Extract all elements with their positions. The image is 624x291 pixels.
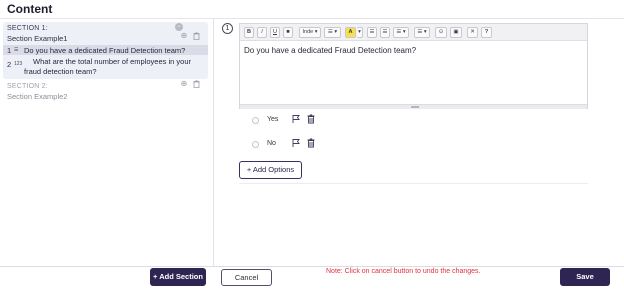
trash-icon[interactable]: [307, 138, 315, 150]
flag-icon[interactable]: [292, 138, 301, 150]
trash-icon[interactable]: [307, 114, 315, 126]
question-item-1[interactable]: 1 ☰ Do you have a dedicated Fraud Detect…: [3, 45, 208, 55]
align-dropdown[interactable]: ☰ ▾: [393, 27, 409, 38]
image-button[interactable]: ▣: [450, 27, 462, 38]
add-circle-icon[interactable]: ⊕: [180, 80, 188, 88]
rich-text-editor[interactable]: B I U ■ Inde ▾ ☰ ▾ A ▾ ☰ ☰ ☰ ▾ ☰ ▾ ⊙ ▣ ✕…: [239, 23, 588, 109]
section-label: SECTION 2:: [7, 83, 48, 90]
trash-icon[interactable]: [192, 80, 200, 88]
page-title: Content: [7, 2, 53, 16]
link-button[interactable]: ⊙: [435, 27, 447, 38]
section-actions: ⊕: [180, 80, 200, 88]
font-color-dropdown[interactable]: ▾: [357, 27, 363, 38]
add-options-button[interactable]: + Add Options: [239, 161, 302, 179]
resize-grip-icon[interactable]: [411, 106, 419, 108]
question-number: 2: [7, 60, 12, 69]
underline-button[interactable]: U: [270, 27, 280, 38]
content-header: Content: [0, 0, 624, 19]
numeric-type-icon: 123: [14, 61, 23, 67]
ordered-list-button[interactable]: ☰: [367, 27, 377, 38]
line-height-dropdown[interactable]: ☰ ▾: [414, 27, 430, 38]
strikethrough-button[interactable]: ■: [283, 27, 293, 38]
option-label[interactable]: No: [267, 140, 276, 147]
section-name[interactable]: Section Example2: [7, 92, 67, 101]
section-1[interactable]: SECTION 1: − Section Example1 ⊕ 1 ☰ Do y…: [3, 22, 208, 79]
editor-content[interactable]: Do you have a dedicated Fraud Detection …: [244, 46, 416, 55]
list-type-icon: ☰: [14, 47, 19, 53]
section-actions: ⊕: [180, 32, 200, 40]
add-circle-icon[interactable]: ⊕: [180, 32, 188, 40]
question-text: Do you have a dedicated Fraud Detection …: [24, 46, 186, 55]
option-radio[interactable]: [252, 141, 259, 148]
question-number: 1: [7, 46, 12, 55]
question-text: What are the total number of employees i…: [24, 57, 191, 76]
cancel-button[interactable]: Cancel: [221, 269, 272, 286]
indent-dropdown[interactable]: Inde ▾: [299, 27, 321, 38]
clear-format-button[interactable]: ✕: [467, 27, 478, 38]
help-button[interactable]: ?: [481, 27, 492, 38]
sidebar: SECTION 1: − Section Example1 ⊕ 1 ☰ Do y…: [0, 19, 214, 286]
editor-toolbar: B I U ■ Inde ▾ ☰ ▾ A ▾ ☰ ☰ ☰ ▾ ☰ ▾ ⊙ ▣ ✕…: [240, 24, 587, 41]
collapse-icon[interactable]: −: [175, 23, 183, 31]
unordered-list-button[interactable]: ☰: [380, 27, 390, 38]
font-color-button[interactable]: A: [345, 27, 356, 38]
option-label[interactable]: Yes: [267, 116, 278, 123]
editor-resize-handle[interactable]: [240, 104, 587, 109]
section-2[interactable]: SECTION 2: Section Example2 ⊕: [3, 80, 208, 102]
italic-button[interactable]: I: [257, 27, 267, 38]
question-number-badge: 1: [222, 23, 233, 34]
section-label: SECTION 1:: [7, 25, 48, 32]
footer: Cancel Note: Click on cancel button to u…: [0, 266, 624, 291]
option-radio[interactable]: [252, 117, 259, 124]
divider: [239, 183, 588, 184]
section-name[interactable]: Section Example1: [7, 34, 67, 43]
save-button[interactable]: Save: [560, 268, 610, 286]
option-row: No: [252, 138, 332, 150]
flag-icon[interactable]: [292, 114, 301, 126]
option-row: Yes: [252, 114, 332, 126]
list-dropdown[interactable]: ☰ ▾: [324, 27, 341, 38]
question-item-2[interactable]: 2 123 What are the total number of emplo…: [3, 56, 208, 78]
bold-button[interactable]: B: [244, 27, 254, 38]
cancel-note: Note: Click on cancel button to undo the…: [326, 268, 481, 275]
trash-icon[interactable]: [192, 32, 200, 40]
